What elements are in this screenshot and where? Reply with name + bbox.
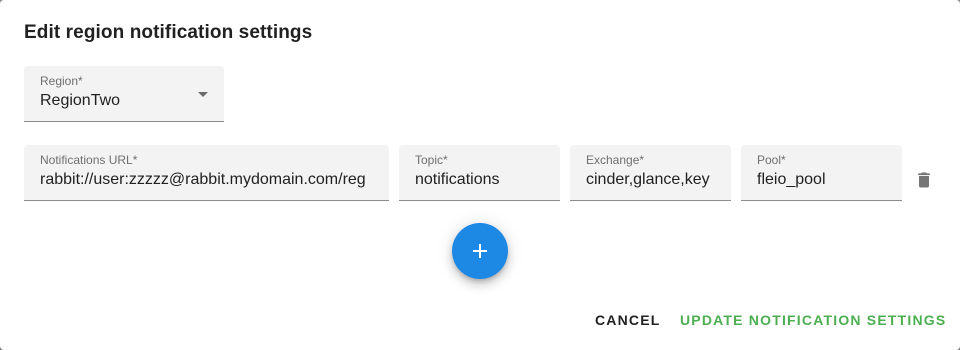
exchange-label: Exchange* [586,153,645,167]
pool-label: Pool* [757,153,786,167]
region-select[interactable]: Region* RegionTwo [24,66,224,122]
add-notification-button[interactable] [452,223,508,279]
exchange-value: cinder,glance,key [586,171,710,188]
caret-down-icon [198,92,208,97]
topic-value: notifications [415,171,500,188]
update-notification-settings-button[interactable]: UPDATE NOTIFICATION SETTINGS [680,312,946,328]
pool-field[interactable]: Pool* fleio_pool [741,145,902,201]
topic-label: Topic* [415,153,448,167]
dialog-title: Edit region notification settings [24,22,313,43]
exchange-field[interactable]: Exchange* cinder,glance,key [570,145,731,201]
cancel-button[interactable]: CANCEL [595,312,661,328]
trash-icon[interactable] [914,170,934,190]
notifications-url-field[interactable]: Notifications URL* rabbit://user:zzzzz@r… [24,145,389,201]
topic-field[interactable]: Topic* notifications [399,145,560,201]
notification-settings-dialog: Edit region notification settings Region… [0,0,960,350]
pool-value: fleio_pool [757,171,826,188]
plus-icon [473,244,487,258]
region-label: Region* [40,74,83,88]
notifications-url-label: Notifications URL* [40,153,138,167]
region-value: RegionTwo [40,92,121,109]
notifications-url-value: rabbit://user:zzzzz@rabbit.mydomain.com/… [40,171,366,188]
